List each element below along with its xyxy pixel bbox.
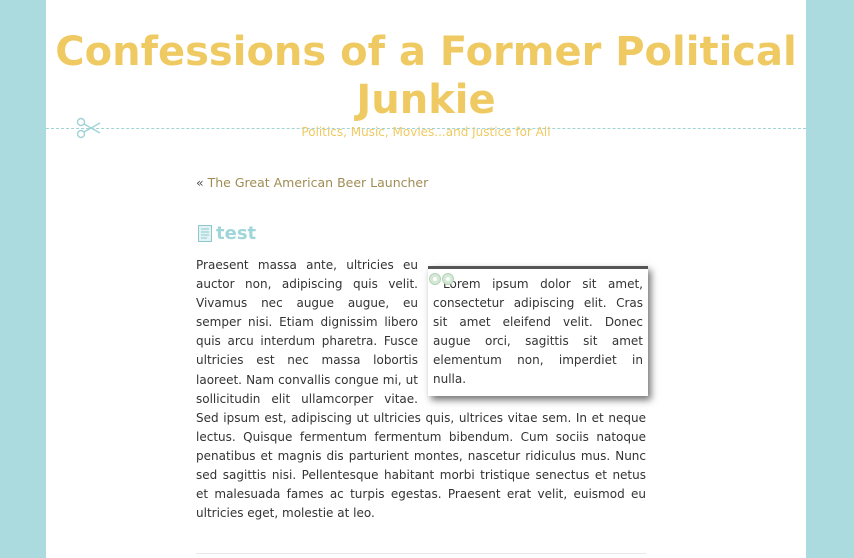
- prev-arrow: «: [196, 175, 208, 190]
- content-divider: [196, 553, 646, 554]
- document-icon: [198, 225, 212, 242]
- post-content: Lorem ipsum dolor sit amet, consectetur …: [196, 256, 648, 523]
- previous-post-nav: « The Great American Beer Launcher: [196, 175, 428, 190]
- post-title[interactable]: test: [198, 223, 256, 244]
- site-tagline: Politics, Music, Movies...and Justice fo…: [301, 125, 551, 139]
- post-title-text[interactable]: test: [216, 223, 256, 244]
- previous-post-link[interactable]: The Great American Beer Launcher: [208, 175, 429, 190]
- page-container: Confessions of a Former Political Junkie…: [46, 0, 806, 558]
- quote-icon: [429, 273, 454, 285]
- site-title[interactable]: Confessions of a Former Political Junkie: [46, 28, 806, 124]
- pull-quote-text: Lorem ipsum dolor sit amet, consectetur …: [433, 277, 643, 387]
- pull-quote: Lorem ipsum dolor sit amet, consectetur …: [428, 266, 648, 396]
